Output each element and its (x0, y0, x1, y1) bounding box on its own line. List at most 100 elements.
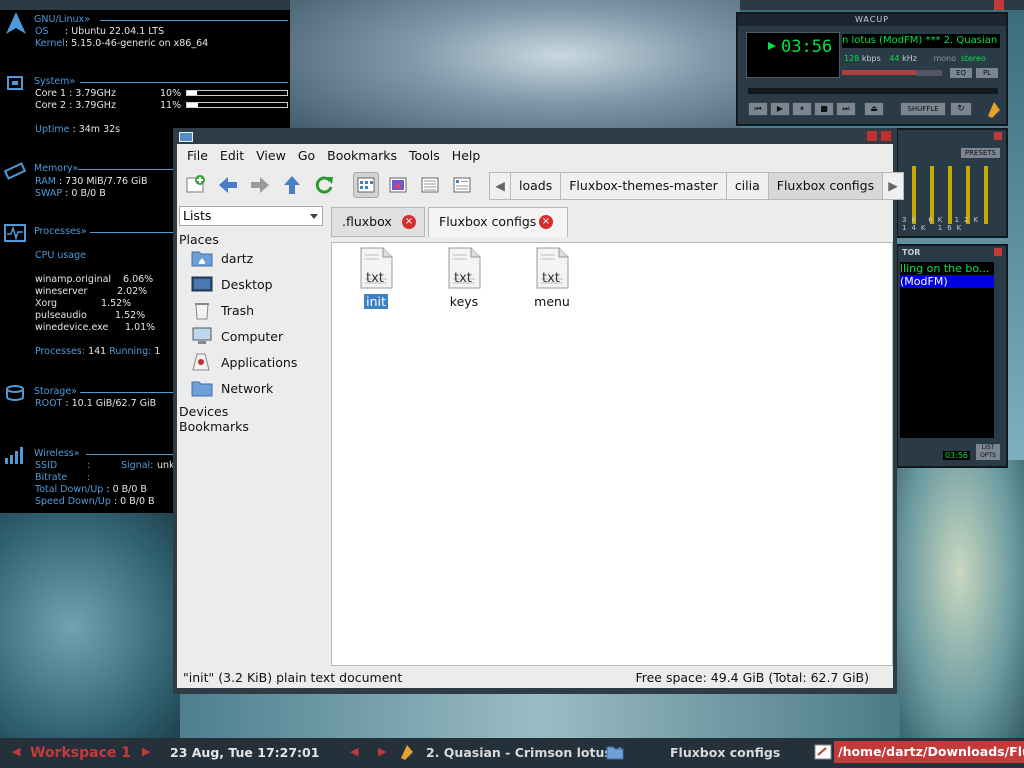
close-tab-icon[interactable]: × (402, 215, 416, 229)
processes-label: Processes: (35, 346, 86, 357)
playlist-item[interactable]: lling on the bo... (900, 262, 994, 275)
sidebar-item-desktop[interactable]: Desktop (191, 272, 273, 296)
up-button[interactable] (279, 172, 305, 198)
playlist-list: lling on the bo... (ModFM) (900, 262, 994, 438)
tab-fluxbox-configs[interactable]: Fluxbox configs × (428, 207, 568, 237)
file-item-menu[interactable]: txt menu (522, 247, 582, 309)
transport-controls: ⏮ ▶ ⏸ ■ ⏭ ⏏ (748, 102, 884, 116)
menu-edit[interactable]: Edit (216, 148, 252, 163)
side-pane-mode-select[interactable]: Lists (179, 206, 323, 226)
winamp-task-icon (401, 745, 413, 760)
winamp-title[interactable]: WACUP (738, 14, 1006, 26)
breadcrumb-item[interactable]: Fluxbox-themes-master (560, 172, 727, 200)
sidebar-item-dartz[interactable]: dartz (191, 246, 253, 270)
window-close-icon[interactable] (881, 131, 891, 141)
top-close-icon[interactable] (994, 0, 1004, 10)
ram-label: RAM (35, 176, 56, 187)
folder-task-icon (606, 746, 624, 760)
icon-view-button[interactable] (353, 172, 379, 198)
breadcrumb-scroll-right[interactable]: ▶ (882, 172, 905, 200)
workspace-name[interactable]: Workspace 1 (30, 745, 131, 761)
balance-slider[interactable] (916, 70, 942, 76)
sidebar-item-trash[interactable]: Trash (191, 298, 254, 322)
compact-view-icon (421, 177, 439, 193)
breadcrumb-item[interactable]: loads (510, 172, 562, 200)
menu-tools[interactable]: Tools (405, 148, 448, 163)
play-icon[interactable]: ▶ (770, 102, 790, 116)
previous-icon[interactable]: ⏮ (748, 102, 768, 116)
winamp-logo-icon[interactable] (984, 100, 1004, 120)
trash-icon (195, 303, 209, 320)
sidebar-item-network[interactable]: Network (191, 376, 273, 400)
window-shade-icon[interactable] (867, 131, 877, 141)
back-button[interactable] (215, 172, 241, 198)
breadcrumb-item[interactable]: Fluxbox configs (767, 172, 884, 200)
compact-view-button[interactable] (417, 172, 443, 198)
file-view[interactable]: txt init txt keys txt menu (331, 242, 893, 666)
detailed-view-button[interactable] (449, 172, 475, 198)
devices-header[interactable]: Devices (179, 404, 228, 419)
sidebar-item-applications[interactable]: Applications (191, 350, 297, 374)
task-terminal[interactable]: /home/dartz/Downloads/Flux (834, 741, 1024, 763)
wallpaper-region (180, 694, 900, 738)
next-icon[interactable]: ⏭ (836, 102, 856, 116)
close-tab-icon[interactable]: × (539, 215, 553, 229)
eq-presets-button[interactable]: PRESETS (960, 148, 1000, 158)
menu-bookmarks[interactable]: Bookmarks (323, 148, 405, 163)
places-header[interactable]: Places (179, 232, 219, 247)
forward-button[interactable] (247, 172, 273, 198)
play-indicator-icon (768, 42, 776, 50)
playlist-close-icon[interactable] (994, 248, 1002, 256)
winamp-song-title[interactable]: n lotus (ModFM) *** 2. Quasian (842, 34, 1000, 48)
conky-wireless-title: Wireless» (34, 448, 80, 459)
reload-button[interactable] (311, 172, 337, 198)
bookmarks-header[interactable]: Bookmarks (179, 419, 249, 434)
eq-close-icon[interactable] (994, 132, 1002, 140)
thumbnail-view-button[interactable] (385, 172, 411, 198)
task-prev-icon[interactable]: ◀ (350, 745, 358, 758)
window-titlebar[interactable] (173, 128, 897, 144)
menu-go[interactable]: Go (294, 148, 323, 163)
shuffle-button[interactable]: SHUFFLE (900, 102, 946, 116)
uptime-value: : 34m 32s (72, 124, 121, 135)
detailed-view-icon (453, 177, 471, 193)
file-item-keys[interactable]: txt keys (434, 247, 494, 309)
pl-toggle-button[interactable]: PL (976, 68, 998, 78)
breadcrumb-scroll-left[interactable]: ◀ (489, 172, 511, 200)
task-winamp[interactable]: 2. Quasian - Crimson lotus ( (426, 745, 622, 760)
menu-view[interactable]: View (252, 148, 294, 163)
playlist-item[interactable]: (ModFM) (900, 275, 994, 288)
sidebar-item-label: Trash (221, 302, 255, 318)
menu-file[interactable]: File (183, 148, 216, 163)
stop-icon[interactable]: ■ (814, 102, 834, 116)
task-next-icon[interactable]: ▶ (378, 745, 386, 758)
sidebar-item-computer[interactable]: Computer (191, 324, 283, 348)
eq-band-labels: 3K 6K 12K 14K 16K (902, 216, 1006, 232)
applications-icon (192, 353, 210, 371)
status-selection: "init" (3.2 KiB) plain text document (183, 670, 403, 685)
list-options-button[interactable]: LIST OPTS (976, 444, 1000, 460)
task-file-manager[interactable]: Fluxbox configs (670, 745, 780, 760)
breadcrumb-item[interactable]: cilia (725, 172, 769, 200)
seek-bar[interactable] (748, 88, 998, 94)
file-manager-window: File Edit View Go Bookmarks Tools Help ◀… (173, 128, 905, 694)
eject-icon[interactable]: ⏏ (864, 102, 884, 116)
repeat-icon[interactable]: ↻ (950, 102, 972, 116)
playlist-time: 03:56 (942, 451, 970, 460)
breadcrumb: ◀ loads Fluxbox-themes-master cilia Flux… (489, 172, 905, 202)
new-tab-button[interactable] (183, 172, 209, 198)
eq-toggle-button[interactable]: EQ (950, 68, 972, 78)
winamp-time[interactable]: 03:56 (781, 37, 832, 57)
conky-memory-title: Memory» (34, 163, 79, 174)
eq-band-label: 12K (954, 216, 984, 224)
terminal-task-icon (814, 744, 832, 760)
file-item-init[interactable]: txt init (346, 247, 406, 309)
pause-icon[interactable]: ⏸ (792, 102, 812, 116)
thumbnail-view-icon (389, 177, 407, 193)
menu-help[interactable]: Help (448, 148, 489, 163)
workspace-next-icon[interactable]: ▶ (142, 745, 150, 758)
ssid-label: SSID (35, 460, 58, 471)
tab-fluxbox[interactable]: .fluxbox × (331, 207, 425, 237)
workspace-prev-icon[interactable]: ◀ (12, 745, 20, 758)
os-value: : Ubuntu 22.04.1 LTS (65, 26, 165, 37)
